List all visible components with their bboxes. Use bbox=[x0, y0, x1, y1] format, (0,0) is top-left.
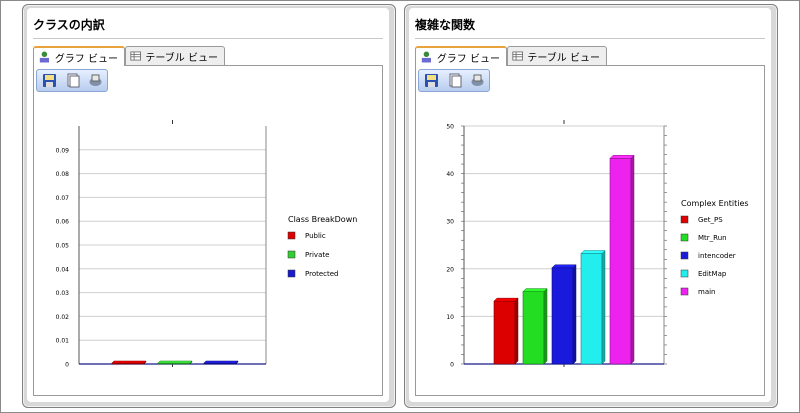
bar-top bbox=[609, 155, 635, 159]
y-tick-label: 0.09 bbox=[56, 147, 70, 154]
y-tick-label: 0.06 bbox=[56, 219, 70, 226]
tab-label: グラフ ビュー bbox=[436, 53, 500, 65]
bar-side bbox=[572, 264, 577, 365]
legend-label: Public bbox=[305, 232, 326, 240]
legend-swatch bbox=[287, 269, 296, 278]
bar bbox=[551, 267, 574, 365]
bar-top bbox=[157, 360, 193, 364]
y-tick-label: 0.03 bbox=[56, 290, 70, 297]
bar-top bbox=[522, 288, 548, 292]
bar-side bbox=[601, 249, 606, 365]
bar bbox=[522, 291, 545, 365]
bar-side bbox=[630, 154, 635, 365]
y-tick-label: 0.04 bbox=[56, 266, 70, 273]
legend-swatch bbox=[680, 287, 689, 296]
legend-label: intencoder bbox=[698, 252, 736, 260]
legend-swatch bbox=[287, 250, 296, 259]
y-tick-label: 20 bbox=[446, 266, 454, 273]
bar bbox=[609, 158, 632, 365]
bar-top bbox=[493, 297, 519, 302]
tab-graph-view[interactable]: グラフ ビュー bbox=[33, 46, 125, 66]
y-tick-label: 10 bbox=[446, 314, 454, 321]
table-view-icon bbox=[512, 51, 523, 61]
legend-label: main bbox=[698, 288, 716, 296]
legend-swatch bbox=[680, 233, 689, 242]
y-tick-label: 0.05 bbox=[56, 243, 70, 250]
y-tick-label: 0.02 bbox=[56, 314, 70, 321]
panel-title: 複雑な関数 bbox=[415, 18, 476, 32]
class-breakdown-chart: 0 0.01 0.02 0.03 0.04 0.05 0.06 0.07 0.08 0.09 Cla… bbox=[56, 120, 357, 369]
legend-label: Protected bbox=[305, 270, 339, 278]
tab-table-view[interactable]: テーブル ビュー bbox=[507, 46, 607, 65]
bar-top bbox=[111, 360, 147, 364]
title-divider bbox=[415, 38, 765, 39]
y-tick-label: 40 bbox=[446, 171, 454, 178]
graph-view-content: 0 10 20 30 40 50 Complex Entities Get_PS Mtr_Run… bbox=[415, 65, 765, 396]
y-tick-label: 0.01 bbox=[56, 338, 70, 345]
table-view-icon bbox=[130, 51, 141, 61]
complex-functions-panel: 複雑な関数 グラフ ビュー テーブル ビュー 0 10 20 30 40 50 … bbox=[404, 4, 778, 408]
legend-title: Complex Entities bbox=[681, 199, 749, 208]
panel-content: クラスの内訳 グラフ ビュー テーブル ビュー 0 0.01 0.02 0.03… bbox=[27, 8, 389, 402]
legend-swatch bbox=[680, 269, 689, 278]
legend-label: Mtr_Run bbox=[698, 234, 727, 242]
bar-top bbox=[551, 264, 577, 269]
class-breakdown-panel: クラスの内訳 グラフ ビュー テーブル ビュー 0 0.01 0.02 0.03… bbox=[22, 4, 396, 408]
tab-graph-view[interactable]: グラフ ビュー bbox=[415, 46, 507, 66]
bar-top bbox=[203, 360, 239, 364]
bar bbox=[493, 300, 516, 365]
legend-swatch bbox=[680, 251, 689, 260]
y-tick-label: 0 bbox=[65, 362, 69, 369]
y-tick-label: 0.07 bbox=[56, 195, 70, 202]
legend-label: EditMap bbox=[698, 270, 727, 278]
title-divider bbox=[33, 38, 383, 39]
tab-label: テーブル ビュー bbox=[145, 52, 218, 64]
graph-view-content: 0 0.01 0.02 0.03 0.04 0.05 0.06 0.07 0.08 0.09 Cla… bbox=[33, 65, 383, 396]
tab-table-view[interactable]: テーブル ビュー bbox=[125, 46, 225, 65]
y-tick-label: 0 bbox=[450, 362, 454, 369]
legend-title: Class BreakDown bbox=[288, 215, 357, 224]
legend-label: Get_PS bbox=[698, 216, 723, 224]
legend-label: Private bbox=[305, 251, 329, 259]
y-tick-label: 30 bbox=[446, 219, 454, 226]
tab-label: グラフ ビュー bbox=[54, 53, 118, 65]
legend-swatch bbox=[680, 215, 689, 224]
legend-swatch bbox=[287, 231, 296, 240]
y-tick-label: 0.08 bbox=[56, 171, 70, 178]
graph-view-icon bbox=[39, 51, 49, 63]
panel-title: クラスの内訳 bbox=[33, 18, 105, 32]
bar-top bbox=[580, 250, 606, 254]
graph-view-icon bbox=[421, 51, 431, 63]
complex-entities-chart: 0 10 20 30 40 50 Complex Entities Get_PS Mtr_Run… bbox=[446, 120, 749, 369]
y-tick-label: 50 bbox=[446, 124, 454, 131]
bar-side bbox=[514, 297, 519, 365]
bar bbox=[580, 253, 603, 365]
tab-label: テーブル ビュー bbox=[527, 52, 600, 64]
panel-content: 複雑な関数 グラフ ビュー テーブル ビュー 0 10 20 30 40 50 … bbox=[409, 8, 771, 402]
bar-side bbox=[543, 287, 548, 365]
